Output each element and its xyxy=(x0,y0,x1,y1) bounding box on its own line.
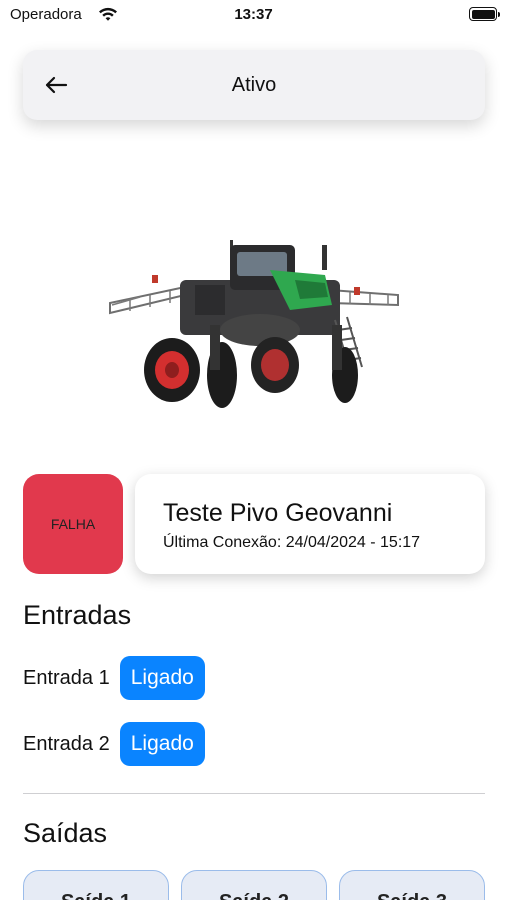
input-state-badge[interactable]: Ligado xyxy=(119,722,205,766)
status-bar: Operadora 13:37 xyxy=(0,0,507,30)
status-badge[interactable]: FALHA xyxy=(23,474,123,574)
input-label: Entrada 2 xyxy=(23,732,110,755)
input-state-badge[interactable]: Ligado xyxy=(119,656,205,700)
output-button-3[interactable]: Saída 3 xyxy=(339,870,485,900)
outputs-section-title: Saídas xyxy=(23,818,108,848)
output-label: Saída 2 xyxy=(219,891,289,900)
divider xyxy=(23,793,485,794)
vehicle-image xyxy=(109,240,399,408)
input-row: Entrada 1 Ligado xyxy=(23,656,205,700)
output-button-2[interactable]: Saída 2 xyxy=(181,870,327,900)
status-label: FALHA xyxy=(50,516,96,532)
output-button-1[interactable]: Saída 1 xyxy=(23,870,169,900)
app-header: Ativo xyxy=(23,50,485,120)
page-title: Ativo xyxy=(231,74,277,96)
output-label: Saída 1 xyxy=(61,891,131,900)
last-connection: Última Conexão: 24/04/2024 - 15:17 xyxy=(163,534,421,551)
device-name: Teste Pivo Geovanni xyxy=(163,499,393,527)
device-info-card: Teste Pivo Geovanni Última Conexão: 24/0… xyxy=(135,474,485,574)
inputs-section-title: Entradas xyxy=(23,600,132,630)
output-label: Saída 3 xyxy=(377,891,447,900)
status-time: 13:37 xyxy=(234,6,273,23)
input-row: Entrada 2 Ligado xyxy=(23,722,205,766)
battery-icon xyxy=(469,7,500,21)
input-label: Entrada 1 xyxy=(23,666,110,689)
